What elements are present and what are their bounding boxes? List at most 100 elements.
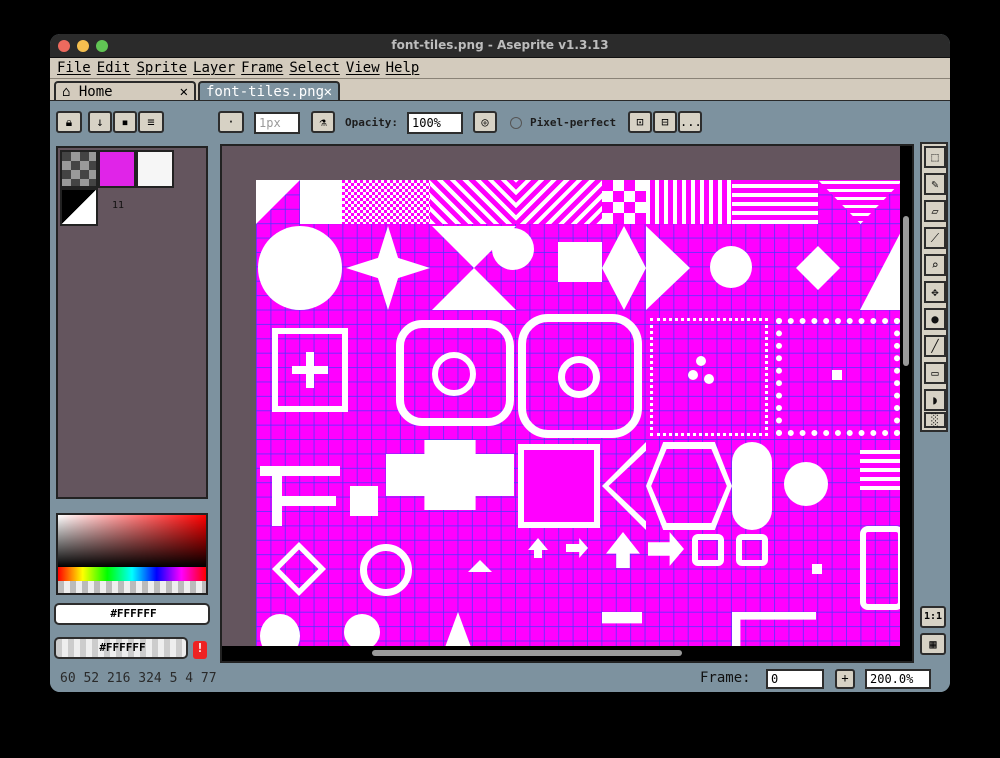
marquee-icon[interactable]: ⬚ — [924, 146, 946, 168]
foreground-color-field[interactable]: #FFFFFF — [54, 603, 210, 625]
tile-center-pixel — [832, 370, 842, 380]
lock-icon[interactable]: 🔒︎ — [56, 111, 82, 133]
zoom-field[interactable]: 200.0% — [865, 669, 931, 689]
home-icon: ⌂ — [62, 84, 71, 100]
actual-size-button[interactable]: 1:1 — [920, 606, 946, 628]
warning-icon[interactable]: ! — [193, 641, 207, 659]
tile-vertical-stripes — [646, 180, 732, 224]
tile-cloud — [260, 614, 300, 650]
tile-arrow-up-big — [606, 532, 640, 568]
tile-hexagon-outline — [646, 442, 732, 530]
background-color-field[interactable]: #FFFFFF — [54, 637, 188, 659]
tile-dots-b — [688, 370, 698, 380]
opacity-label: Opacity: — [345, 116, 398, 129]
tile-big-circle — [258, 226, 342, 310]
tile-arrow-up — [528, 538, 548, 558]
alpha-slider[interactable] — [58, 581, 206, 593]
tab-file-close-icon[interactable]: ✕ — [324, 83, 332, 101]
timeline-icon[interactable]: ▦ — [920, 633, 946, 655]
tile-pine — [444, 612, 472, 650]
tile-horizontal-stripes — [732, 180, 818, 224]
move-icon[interactable]: ✥ — [924, 281, 946, 303]
opacity-field[interactable]: 100% — [407, 112, 463, 134]
horizontal-scroll-thumb[interactable] — [372, 650, 682, 656]
tab-home-label: Home — [78, 84, 113, 100]
tile-h-bar-middle — [272, 496, 336, 506]
menu-sprite[interactable]: Sprite — [135, 58, 192, 78]
symmetry-icon[interactable]: ⊡ — [628, 111, 652, 133]
app-window: font-tiles.png - Aseprite v1.3.13 File E… — [50, 34, 950, 692]
menu-layer[interactable]: Layer — [192, 58, 240, 78]
eraser-icon[interactable]: ▱ — [924, 200, 946, 222]
fill-icon[interactable]: ● — [924, 308, 946, 330]
palette-panel: 11 — [56, 146, 208, 499]
tab-font-tiles[interactable]: font-tiles.png ✕ — [198, 81, 340, 101]
rectangle-icon[interactable]: ▭ — [924, 362, 946, 384]
tile-button-b — [736, 534, 768, 566]
menu-edit[interactable]: Edit — [96, 58, 136, 78]
tab-separator — [50, 100, 950, 104]
color-picker[interactable] — [56, 513, 208, 595]
tile-diamond-outline — [272, 542, 326, 596]
line-icon[interactable]: ╱ — [924, 335, 946, 357]
pressure-icon[interactable]: ◎ — [473, 111, 497, 133]
menu-bar: File Edit Sprite Layer Frame Select View… — [50, 58, 950, 79]
tile-triangle — [256, 180, 300, 224]
sort-icon[interactable]: ↓ — [88, 111, 112, 133]
vertical-scrollbar[interactable] — [900, 146, 912, 661]
tile-square-small — [350, 486, 378, 516]
vertical-scroll-thumb[interactable] — [903, 216, 909, 366]
tile-solid-white — [300, 180, 342, 224]
canvas-viewport[interactable] — [220, 144, 914, 663]
hue-slider[interactable] — [58, 567, 206, 581]
tab-home[interactable]: ⌂ Home ✕ — [54, 81, 196, 101]
add-frame-button[interactable]: + — [835, 669, 855, 689]
tools-panel: ⬚ ✎ ▱ ⟋ ⌕ ✥ ● ╱ ▭ ◗ ░ — [920, 142, 948, 432]
tile-chevron-left — [602, 442, 646, 530]
tile-ring-outline — [360, 544, 412, 596]
tile-play-triangle — [646, 226, 690, 310]
brush-type-icon[interactable]: · — [218, 111, 244, 133]
tile-blocky-glyph — [386, 440, 514, 510]
palette-swatch-transparent[interactable] — [60, 150, 98, 188]
window-title: font-tiles.png - Aseprite v1.3.13 — [391, 38, 609, 52]
save-palette-icon[interactable]: ▪ — [113, 111, 137, 133]
menu-select[interactable]: Select — [288, 58, 345, 78]
ink-icon[interactable]: ⚗ — [311, 111, 335, 133]
tile-arrow-right — [566, 538, 588, 558]
tile-diamond-small — [796, 246, 840, 290]
horizontal-scrollbar[interactable] — [222, 646, 912, 661]
palette-swatch-magenta[interactable] — [98, 150, 136, 188]
saturation-value-area[interactable] — [58, 515, 206, 567]
palette-menu-icon[interactable]: ≡ — [138, 111, 164, 133]
palette-swatch-selected[interactable] — [60, 188, 98, 226]
status-bar: 60 52 216 324 5 4 77 Frame: 0 + 200.0% — [50, 668, 950, 692]
tile-arrow-right-big — [648, 532, 684, 566]
brush-size-field[interactable]: 1px — [254, 112, 300, 134]
tab-home-close-icon[interactable]: ✕ — [180, 83, 188, 101]
frame-field[interactable]: 0 — [766, 669, 824, 689]
pencil-icon[interactable]: ✎ — [924, 173, 946, 195]
blur-icon[interactable]: ░ — [924, 412, 946, 428]
eyedropper-icon[interactable]: ⟋ — [924, 227, 946, 249]
palette-swatch-white[interactable] — [136, 150, 174, 188]
tile-corner-triangle — [860, 226, 903, 310]
blob-icon[interactable]: ◗ — [924, 389, 946, 411]
menu-frame[interactable]: Frame — [240, 58, 288, 78]
tile-face-pill — [732, 442, 772, 530]
menu-view[interactable]: View — [345, 58, 385, 78]
tab-file-label: font-tiles.png — [206, 84, 325, 100]
menu-help[interactable]: Help — [385, 58, 425, 78]
tile-diagonal-stripes-2 — [516, 180, 602, 224]
symmetry-h-icon[interactable]: ⊟ — [653, 111, 677, 133]
tile-dots-a — [696, 356, 706, 366]
pixel-perfect-checkbox[interactable] — [510, 117, 522, 129]
tile-small-circle — [492, 228, 534, 270]
tile-solid-square-inner — [524, 450, 594, 522]
zoom-icon[interactable]: ⌕ — [924, 254, 946, 276]
tile-controller — [860, 526, 903, 610]
more-options-button[interactable]: ... — [678, 111, 702, 133]
sprite-canvas[interactable] — [256, 180, 903, 650]
menu-file[interactable]: File — [56, 58, 96, 78]
tile-tiny-triangle — [468, 560, 492, 572]
